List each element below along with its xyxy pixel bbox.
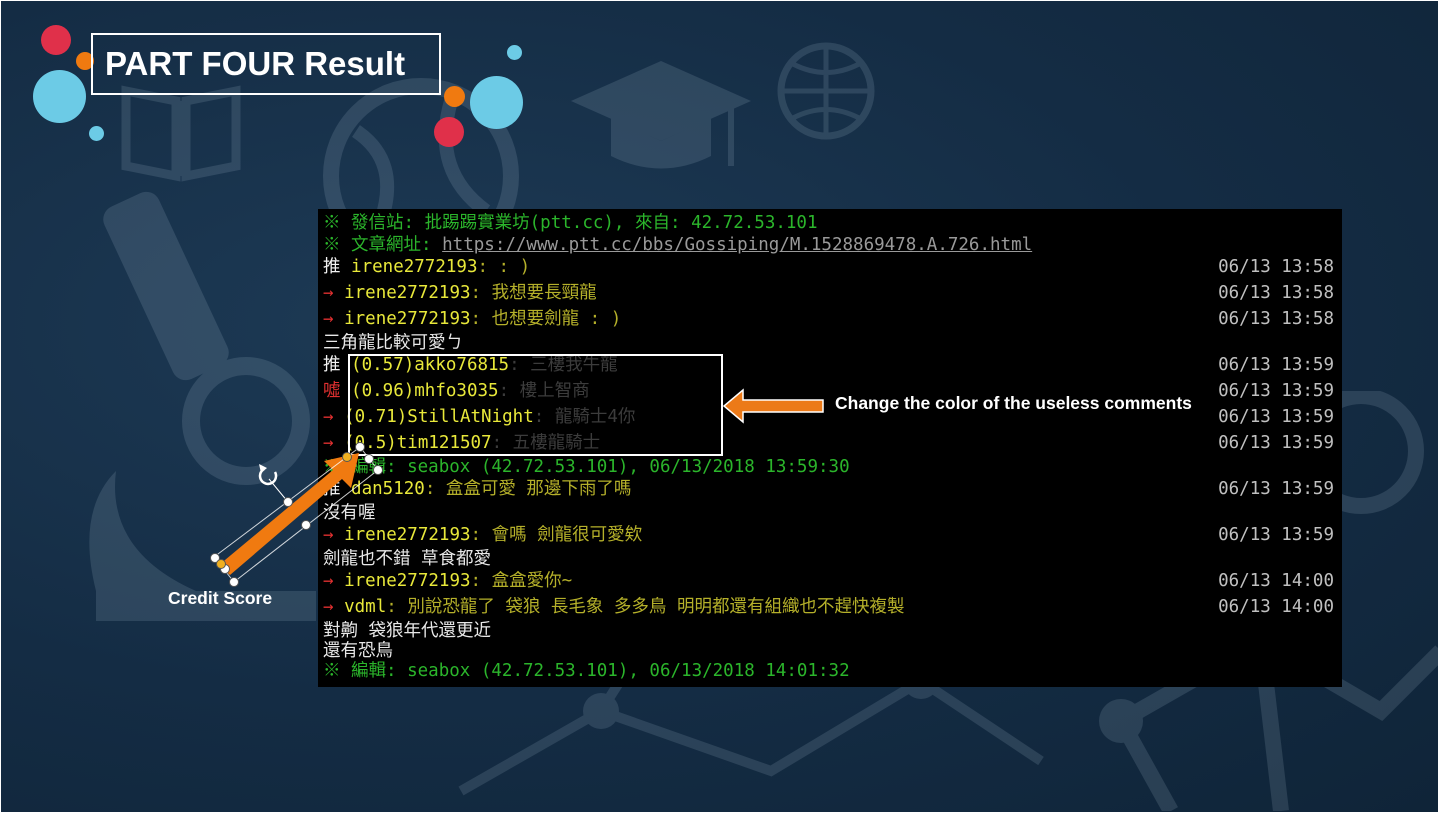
- callout-arrow: [722, 388, 824, 424]
- rotate-handle-icon[interactable]: [258, 464, 278, 486]
- credit-score-label: Credit Score: [168, 588, 273, 608]
- annotation-overlay: [210, 388, 824, 587]
- callout-label: Change the color of the useless comments: [835, 393, 1192, 413]
- selected-arrow-shape[interactable]: [213, 446, 379, 583]
- slide-canvas: PART FOUR Result ※ 發信站: 批踢踢實業坊(ptt.cc), …: [1, 1, 1438, 812]
